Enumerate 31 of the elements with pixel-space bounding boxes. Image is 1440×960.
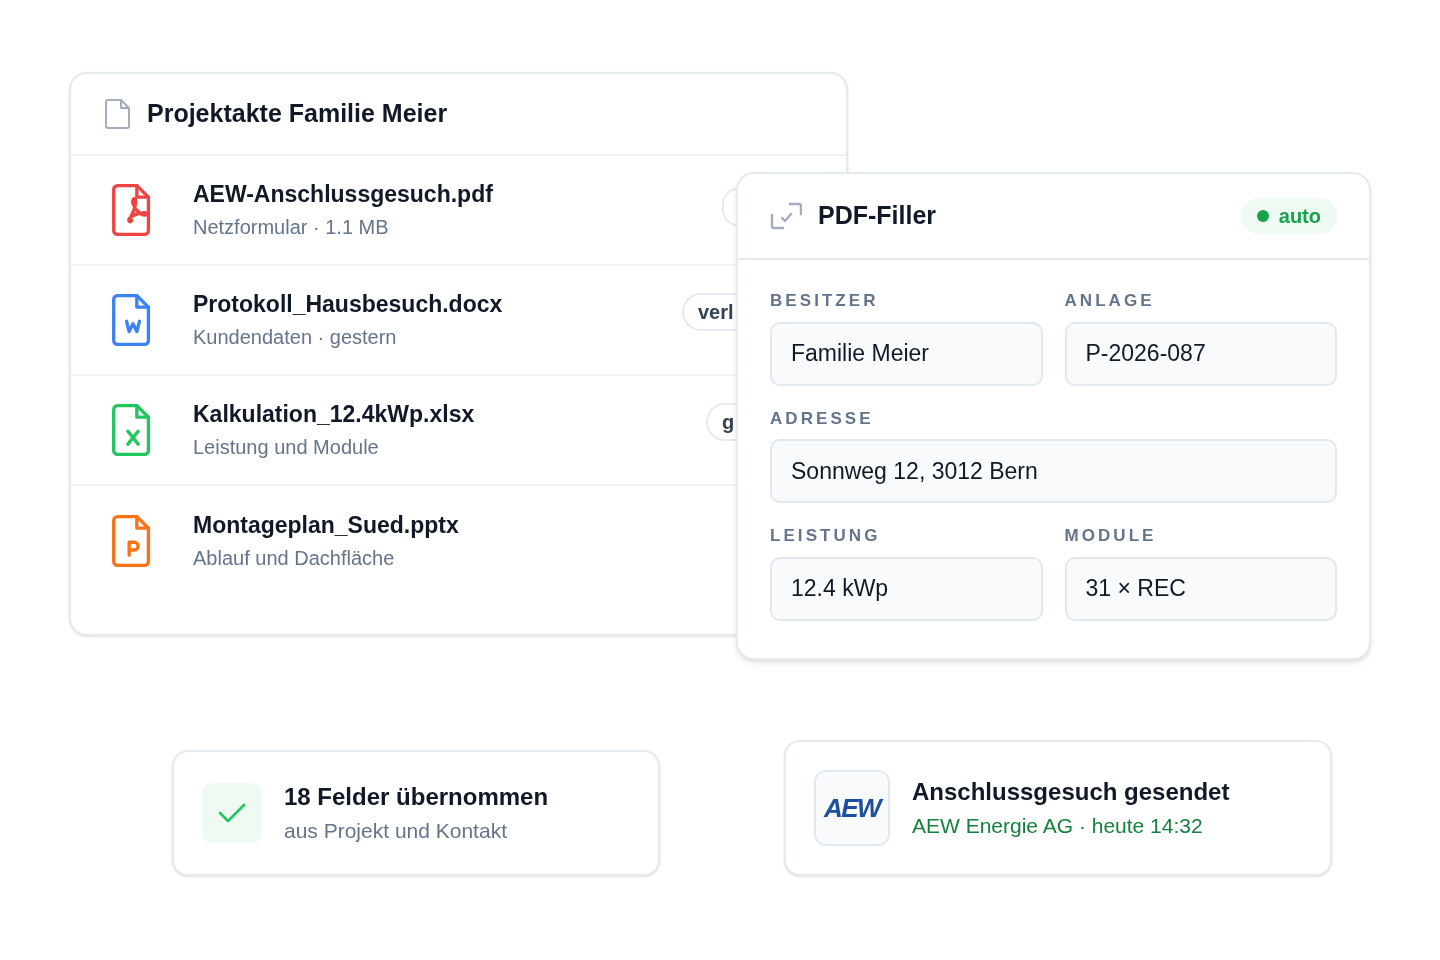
field-label: ADRESSE	[770, 407, 875, 430]
input-field[interactable]: 31 × REC	[1064, 556, 1337, 621]
company-logo: AEW	[814, 770, 890, 846]
file-meta: Netzformular · 1.1 MB	[193, 214, 390, 240]
file-meta: Ablauf und Dachfläche	[193, 545, 396, 571]
check-icon	[202, 783, 262, 843]
file-meta: Leistung und Module	[193, 434, 380, 460]
field-label: LEISTUNG	[770, 525, 882, 547]
notification-subtitle: AEW Energie AG · heute 14:32	[912, 812, 1204, 839]
input-field[interactable]: 12.4 kWp	[770, 556, 1043, 621]
file-meta: Kundendaten · gestern	[193, 324, 398, 350]
card-title: PDF-Filler	[818, 200, 938, 232]
card-title: Projektakte Familie Meier	[147, 98, 448, 130]
field-label: MODULE	[1064, 525, 1158, 547]
notification-title: 18 Felder übernommen	[284, 781, 549, 812]
notification-title: Anschlussgesuch gesendet	[912, 776, 1230, 807]
input-field[interactable]: P-2026-087	[1064, 321, 1337, 386]
file-name[interactable]: Kalkulation_12.4kWp.xlsx	[193, 400, 475, 429]
file-name[interactable]: AEW-Anschlussgesuch.pdf	[193, 180, 493, 209]
field-label: ANLAGE	[1064, 290, 1156, 312]
expand-arrows-icon	[770, 202, 802, 230]
file-name[interactable]: Protokoll_Hausbesuch.docx	[193, 290, 503, 319]
document-icon	[105, 99, 131, 129]
field-label: BESITZER	[770, 290, 880, 312]
input-field[interactable]: Sonnweg 12, 3012 Bern	[770, 439, 1337, 503]
notification-subtitle: aus Projekt und Kontakt	[284, 817, 508, 844]
input-field[interactable]: Familie Meier	[770, 321, 1043, 386]
tag: g	[706, 403, 738, 441]
file-name[interactable]: Montageplan_Sued.pptx	[193, 511, 459, 540]
status-badge: auto	[1240, 198, 1337, 234]
tag: verl	[682, 293, 738, 331]
